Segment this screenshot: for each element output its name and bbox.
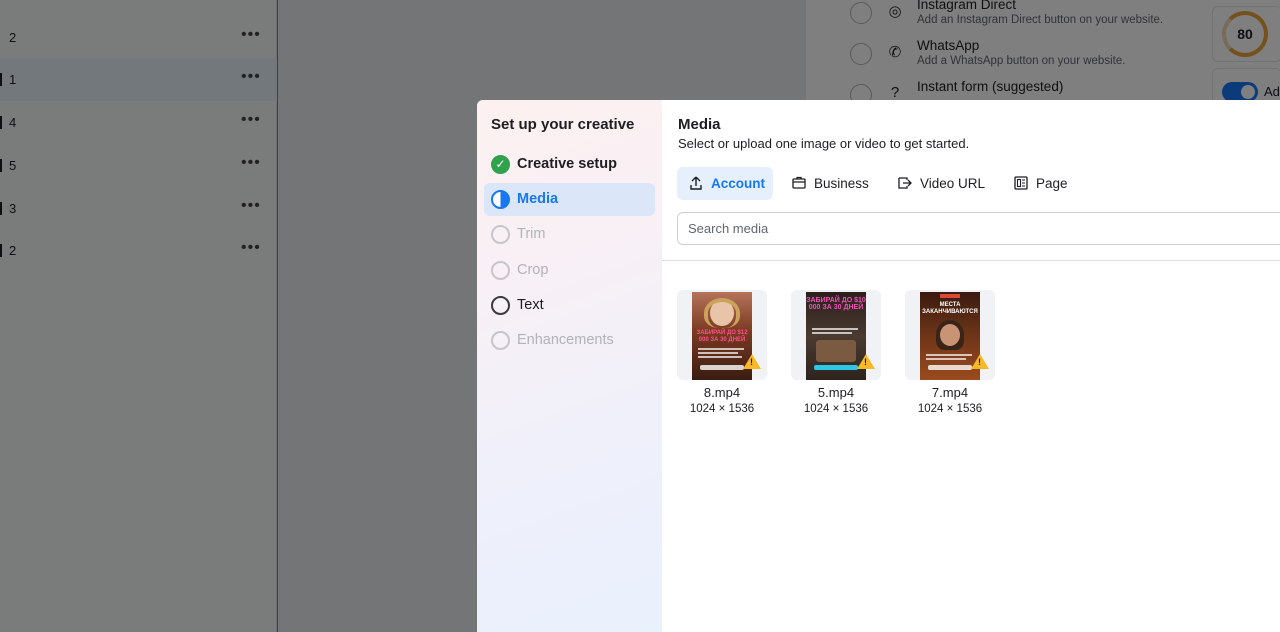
media-dimensions: 1024 × 1536 bbox=[917, 403, 983, 415]
media-filename: 7.mp4 bbox=[931, 385, 969, 400]
warning-icon bbox=[857, 354, 875, 369]
media-title: Media bbox=[678, 116, 721, 133]
step-media[interactable]: Media bbox=[484, 183, 655, 216]
step-label: Trim bbox=[517, 226, 546, 242]
media-thumbnail[interactable]: ЗАБИРАЙ ДО $12 000 ЗА 30 ДНЕЙ bbox=[677, 290, 767, 380]
empty-circle-icon bbox=[491, 225, 510, 244]
media-thumbnail[interactable]: МЕСТА ЗАКАНЧИВАЮТСЯ bbox=[905, 290, 995, 380]
creative-setup-dialog: Set up your creative ✓ Creative setup Me… bbox=[477, 100, 1280, 632]
video-link-icon bbox=[898, 177, 912, 189]
half-progress-icon bbox=[491, 190, 510, 209]
step-label: Media bbox=[517, 191, 559, 207]
step-label: Creative setup bbox=[517, 156, 617, 172]
step-label: Crop bbox=[517, 262, 549, 278]
media-subtitle: Select or upload one image or video to g… bbox=[678, 136, 970, 151]
tab-label: Business bbox=[814, 176, 869, 191]
step-enhancements: Enhancements bbox=[484, 324, 655, 357]
media-dimensions: 1024 × 1536 bbox=[689, 403, 755, 415]
step-trim: Trim bbox=[484, 218, 655, 251]
media-panel: Media Select or upload one image or vide… bbox=[662, 100, 1280, 632]
poster-headline: ЗАБИРАЙ ДО $10 000 ЗА 30 ДНЕЙ bbox=[806, 297, 866, 311]
step-label: Text bbox=[517, 297, 544, 313]
empty-circle-icon bbox=[491, 331, 510, 350]
tab-label: Account bbox=[711, 176, 765, 191]
media-thumbnail[interactable]: ЗАБИРАЙ ДО $10 000 ЗА 30 ДНЕЙ bbox=[791, 290, 881, 380]
upload-icon bbox=[690, 176, 702, 190]
tab-business[interactable]: Business bbox=[780, 167, 876, 200]
briefcase-icon bbox=[792, 176, 806, 189]
warning-icon bbox=[743, 354, 761, 369]
warning-icon bbox=[971, 354, 989, 369]
checkmark-icon: ✓ bbox=[491, 155, 510, 174]
tab-page[interactable]: Page bbox=[1002, 167, 1082, 200]
media-filename: 5.mp4 bbox=[817, 385, 855, 400]
tab-label: Page bbox=[1036, 176, 1068, 191]
empty-circle-icon bbox=[491, 296, 510, 315]
step-label: Enhancements bbox=[517, 332, 614, 348]
sidebar-title: Set up your creative bbox=[491, 116, 635, 133]
page-icon bbox=[1014, 176, 1028, 190]
search-media-input[interactable] bbox=[677, 212, 1280, 245]
media-dimensions: 1024 × 1536 bbox=[803, 403, 869, 415]
step-crop: Crop bbox=[484, 254, 655, 287]
tab-video-url[interactable]: Video URL bbox=[886, 167, 991, 200]
step-creative-setup[interactable]: ✓ Creative setup bbox=[484, 148, 655, 181]
creative-steps-sidebar: Set up your creative ✓ Creative setup Me… bbox=[477, 100, 662, 632]
poster-headline: МЕСТА ЗАКАНЧИВАЮТСЯ bbox=[922, 302, 978, 315]
tab-account[interactable]: Account bbox=[677, 167, 773, 200]
divider bbox=[662, 260, 1280, 261]
media-filename: 8.mp4 bbox=[703, 385, 741, 400]
tab-label: Video URL bbox=[920, 176, 986, 191]
step-text[interactable]: Text bbox=[484, 289, 655, 322]
poster-headline: ЗАБИРАЙ ДО $12 000 ЗА 30 ДНЕЙ bbox=[696, 330, 748, 343]
empty-circle-icon bbox=[491, 261, 510, 280]
